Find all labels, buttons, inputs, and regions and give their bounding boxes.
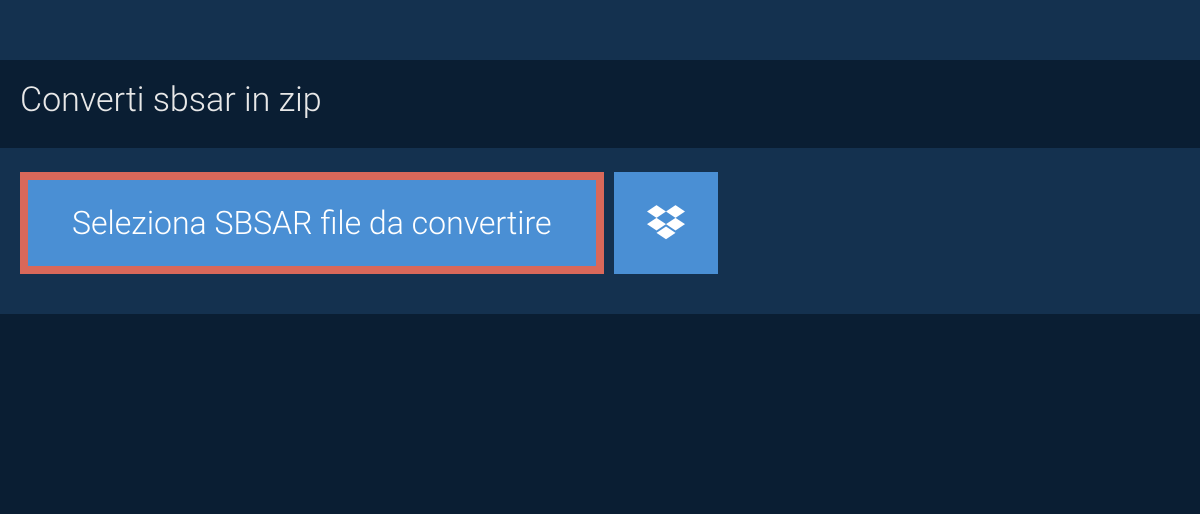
button-row: Seleziona SBSAR file da convertire [20, 172, 1180, 274]
content-area: Seleziona SBSAR file da convertire [0, 148, 1200, 314]
bottom-area [0, 314, 1200, 514]
select-file-button[interactable]: Seleziona SBSAR file da convertire [20, 172, 604, 274]
dropbox-icon [647, 202, 685, 244]
dropbox-button[interactable] [614, 172, 718, 274]
tab-area: Converti sbsar in zip [0, 60, 1200, 148]
tab-convert[interactable]: Converti sbsar in zip [0, 60, 354, 148]
tab-title: Converti sbsar in zip [20, 80, 322, 120]
top-strip [0, 0, 1200, 60]
select-file-label: Seleziona SBSAR file da convertire [72, 204, 552, 242]
